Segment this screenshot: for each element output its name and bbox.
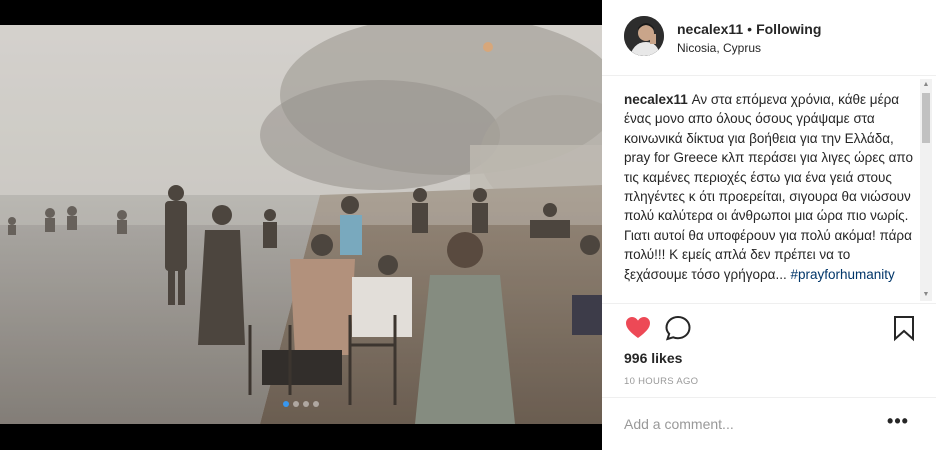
carousel-dot[interactable] <box>293 401 299 407</box>
likes-count[interactable]: 996 likes <box>624 350 682 366</box>
heart-icon <box>626 317 650 338</box>
following-button[interactable]: Following <box>756 21 821 37</box>
carousel-indicator <box>0 401 602 407</box>
caption-container[interactable]: necalex11 Αν στα επόμενα χρόνια, κάθε μέ… <box>602 77 936 304</box>
like-button[interactable] <box>624 314 652 342</box>
comment-bar: ••• <box>602 397 936 450</box>
separator-dot: • <box>747 21 753 37</box>
action-bar <box>602 310 936 346</box>
post-side-panel: necalex11 • Following Nicosia, Cyprus neca… <box>602 0 936 450</box>
post-photo[interactable] <box>0 25 602 424</box>
carousel-dot[interactable] <box>303 401 309 407</box>
comment-input[interactable] <box>624 414 874 434</box>
caption-username[interactable]: necalex11 <box>624 92 688 107</box>
user-line: necalex11 • Following <box>677 21 821 37</box>
hashtag-link[interactable]: #prayforhumanity <box>791 267 895 282</box>
post-header: necalex11 • Following Nicosia, Cyprus <box>602 0 936 76</box>
more-options-icon[interactable]: ••• <box>886 410 910 434</box>
comment-button[interactable] <box>664 314 692 342</box>
caption-text: Αν στα επόμενα χρόνια, κάθε μέρα ένας μο… <box>624 92 914 282</box>
scroll-up-arrow-icon[interactable]: ▲ <box>920 79 932 91</box>
username-link[interactable]: necalex11 <box>677 21 743 37</box>
speech-bubble-icon <box>665 315 691 341</box>
caption: necalex11 Αν στα επόμενα χρόνια, κάθε μέ… <box>624 90 914 284</box>
bookmark-icon <box>894 316 914 342</box>
scroll-down-arrow-icon[interactable]: ▼ <box>920 289 932 301</box>
scroll-thumb[interactable] <box>922 93 930 143</box>
avatar[interactable] <box>624 16 664 56</box>
media-panel <box>0 0 602 450</box>
location-link[interactable]: Nicosia, Cyprus <box>677 41 761 55</box>
post-timestamp[interactable]: 10 HOURS AGO <box>624 376 698 387</box>
carousel-dot[interactable] <box>313 401 319 407</box>
post-photo-illustration <box>0 25 602 424</box>
caption-scrollbar[interactable]: ▲ ▼ <box>920 79 932 301</box>
avatar-image <box>624 16 664 56</box>
carousel-dot[interactable] <box>283 401 289 407</box>
save-button[interactable] <box>890 314 918 342</box>
